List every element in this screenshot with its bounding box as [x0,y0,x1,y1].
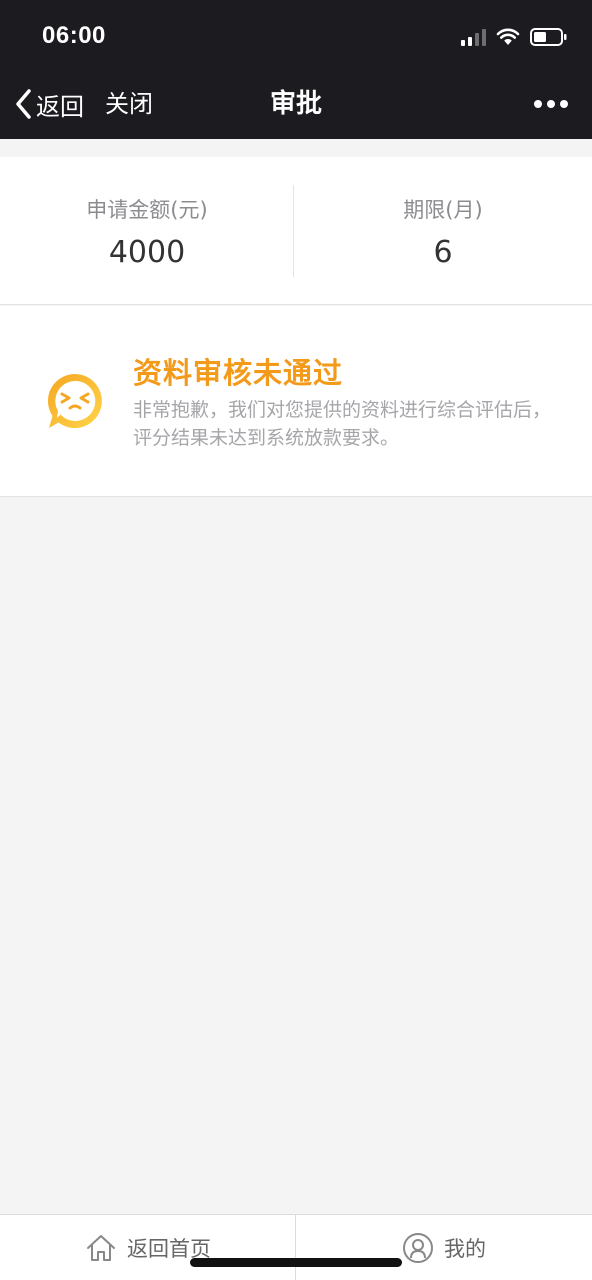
nav-bar: 返回 关闭 审批 [0,70,592,139]
term-value: 6 [433,235,453,270]
more-options-icon[interactable] [534,92,568,116]
tab-home[interactable]: 返回首页 [0,1215,296,1280]
user-icon [403,1233,433,1263]
sad-face-bubble-icon [47,373,102,428]
cellular-signal-icon [461,28,486,46]
term-column: 期限(月) 6 [294,157,592,305]
amount-label: 申请金额(元) [86,198,208,222]
result-title: 资料审核未通过 [133,356,344,390]
amount-value: 4000 [108,235,186,270]
loan-summary-card: 申请金额(元) 4000 期限(月) 6 [0,157,592,305]
term-label: 期限(月) [403,198,483,222]
battery-icon [530,28,567,46]
status-icons [461,24,568,50]
page-title: 审批 [269,89,322,119]
status-bar: 06:00 [0,0,592,70]
page: 06:00 返回 关闭 审批 申请金额(元) 4000 期限(月) 6 资料审核… [0,0,592,1280]
status-time: 06:00 [42,22,106,49]
amount-column: 申请金额(元) 4000 [0,157,294,305]
home-indicator [190,1258,402,1267]
tab-mine-label: 我的 [444,1237,486,1261]
tab-mine[interactable]: 我的 [296,1215,592,1280]
result-description: 非常抱歉，我们对您提供的资料进行综合评估后，评分结果未达到系统放款要求。 [133,399,552,449]
home-icon [87,1235,115,1261]
review-result-card: 资料审核未通过 非常抱歉，我们对您提供的资料进行综合评估后，评分结果未达到系统放… [0,306,592,497]
bottom-tab-bar: 返回首页 我的 [0,1214,592,1280]
wifi-icon [496,28,520,45]
